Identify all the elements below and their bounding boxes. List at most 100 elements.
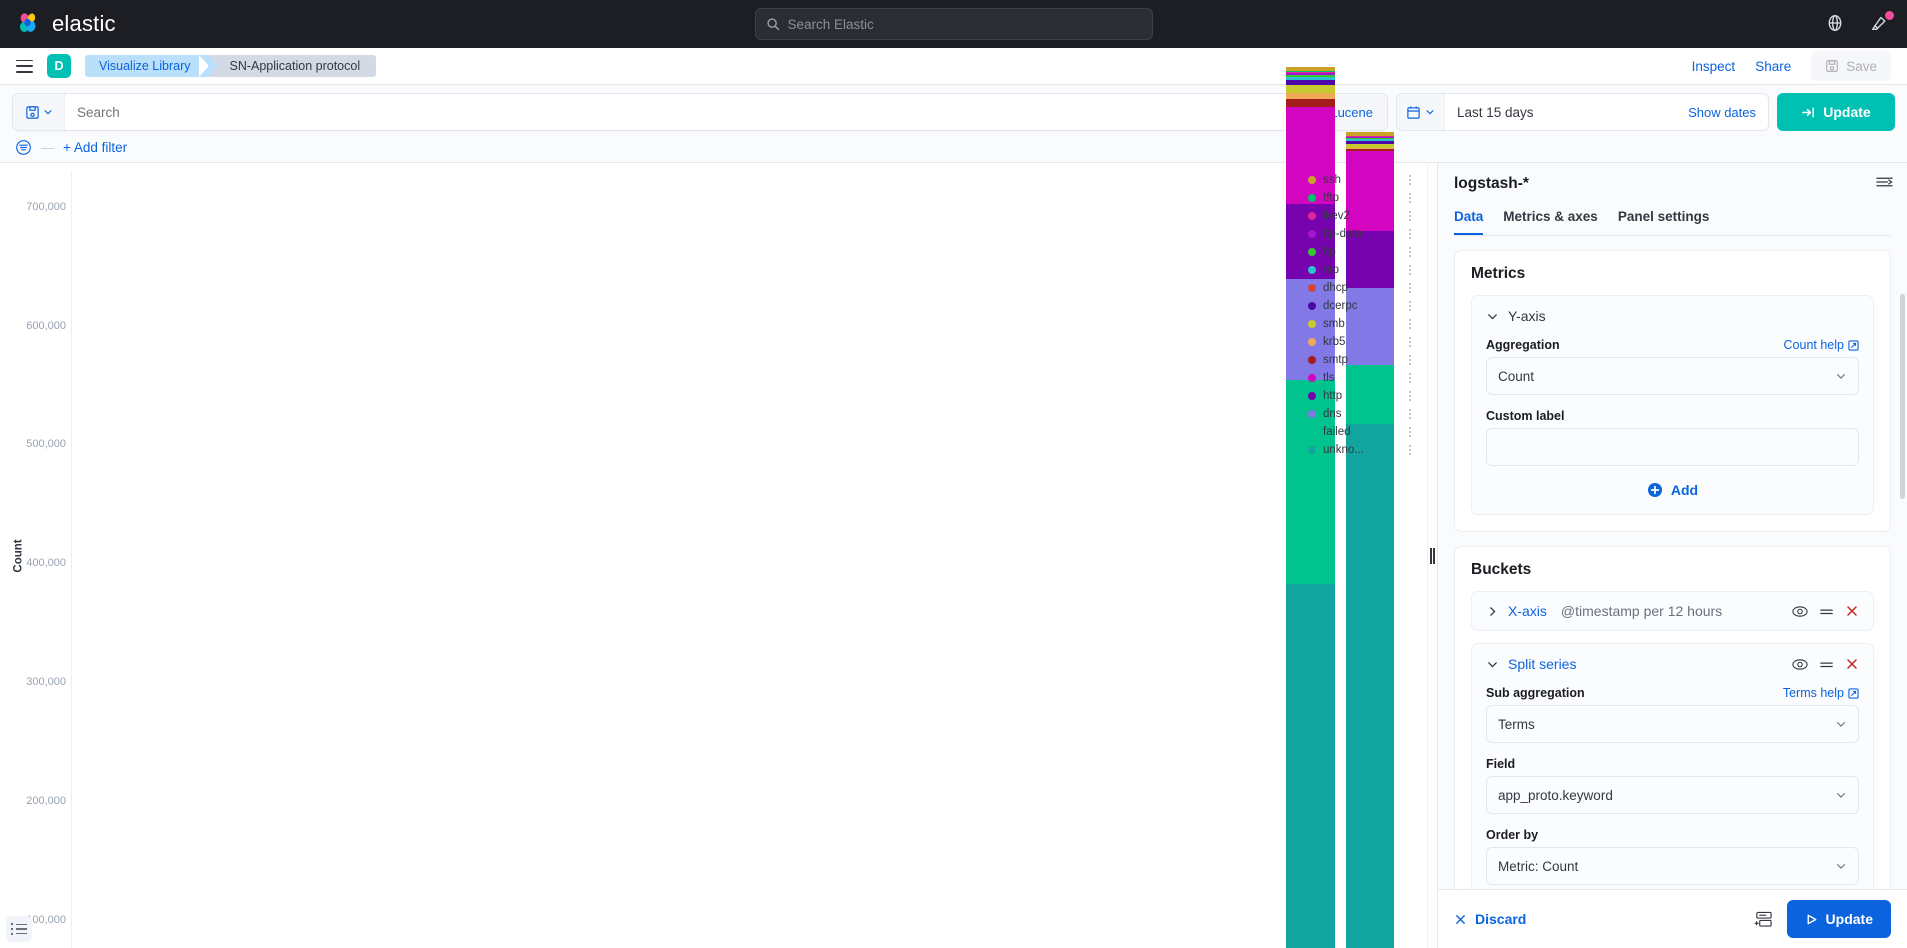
field-select[interactable]: app_proto.keyword bbox=[1486, 776, 1859, 814]
split-series-accordion-header[interactable]: Split series bbox=[1486, 656, 1859, 672]
legend-item[interactable]: unkno... bbox=[1308, 441, 1413, 459]
tab-data[interactable]: Data bbox=[1454, 205, 1483, 235]
bucket-x-axis[interactable]: X-axis @timestamp per 12 hours bbox=[1471, 591, 1874, 631]
help-icon[interactable] bbox=[1825, 13, 1847, 35]
toggle-visibility-icon[interactable] bbox=[1792, 658, 1808, 671]
sub-aggregation-select[interactable]: Terms bbox=[1486, 705, 1859, 743]
legend-item-menu-icon[interactable] bbox=[1409, 247, 1413, 257]
saved-query-button[interactable] bbox=[13, 94, 65, 130]
legend-color-swatch bbox=[1308, 428, 1316, 436]
legend-item[interactable]: tftp bbox=[1308, 189, 1413, 207]
x-axis-bucket-sub: @timestamp per 12 hours bbox=[1561, 603, 1722, 619]
legend-item[interactable]: smb bbox=[1308, 315, 1413, 333]
legend-item[interactable]: http bbox=[1308, 387, 1413, 405]
legend-item-menu-icon[interactable] bbox=[1409, 373, 1413, 383]
tab-metrics-axes[interactable]: Metrics & axes bbox=[1503, 205, 1598, 235]
breadcrumb-item-visualize-library[interactable]: Visualize Library bbox=[85, 55, 208, 77]
legend-item-menu-icon[interactable] bbox=[1409, 301, 1413, 311]
legend-item[interactable]: smtp bbox=[1308, 351, 1413, 369]
legend-item-menu-icon[interactable] bbox=[1409, 229, 1413, 239]
legend-item-menu-icon[interactable] bbox=[1409, 265, 1413, 275]
query-input[interactable] bbox=[65, 105, 1315, 120]
drag-handle-icon[interactable] bbox=[1819, 606, 1834, 617]
legend-item-menu-icon[interactable] bbox=[1409, 409, 1413, 419]
legend-item[interactable]: dns bbox=[1308, 405, 1413, 423]
toggle-autoapply-icon[interactable] bbox=[1754, 911, 1773, 928]
bar-segment[interactable] bbox=[1286, 584, 1335, 948]
legend-item-menu-icon[interactable] bbox=[1409, 355, 1413, 365]
global-search[interactable] bbox=[755, 8, 1153, 40]
space-avatar[interactable]: D bbox=[47, 54, 71, 78]
legend-item-label: dns bbox=[1323, 408, 1402, 420]
filter-icon[interactable] bbox=[15, 139, 32, 156]
aggregation-select[interactable]: Count bbox=[1486, 357, 1859, 395]
toggle-visibility-icon[interactable] bbox=[1792, 605, 1808, 618]
legend-item-menu-icon[interactable] bbox=[1409, 211, 1413, 221]
legend-item[interactable]: ftp-data bbox=[1308, 225, 1413, 243]
legend-item[interactable]: ikev2 bbox=[1308, 207, 1413, 225]
inspect-button[interactable]: Inspect bbox=[1692, 59, 1736, 74]
legend-item[interactable]: dhcp bbox=[1308, 279, 1413, 297]
share-button[interactable]: Share bbox=[1755, 59, 1791, 74]
chevron-down-icon[interactable] bbox=[1486, 658, 1499, 671]
breadcrumb-item-current[interactable]: SN-Application protocol bbox=[209, 55, 376, 77]
order-by-select[interactable]: Metric: Count bbox=[1486, 847, 1859, 885]
side-panel-scrollbar[interactable] bbox=[1900, 294, 1905, 827]
add-filter-button[interactable]: + Add filter bbox=[63, 140, 127, 155]
panel-resize-handle[interactable] bbox=[1427, 163, 1437, 948]
legend-item[interactable]: failed bbox=[1308, 423, 1413, 441]
legend-item[interactable]: ftp bbox=[1308, 243, 1413, 261]
tab-panel-settings[interactable]: Panel settings bbox=[1618, 205, 1710, 235]
discard-button[interactable]: Discard bbox=[1454, 911, 1526, 927]
query-bar: Lucene bbox=[0, 85, 1907, 163]
remove-bucket-icon[interactable] bbox=[1845, 604, 1859, 618]
stacked-bar-chart: Count 0100,000200,000300,000400,000500,0… bbox=[0, 163, 1427, 948]
aggregation-label: Aggregation bbox=[1486, 338, 1560, 352]
legend-item-menu-icon[interactable] bbox=[1409, 445, 1413, 455]
y-axis-tick-label: 200,000 bbox=[26, 795, 66, 807]
legend-item-menu-icon[interactable] bbox=[1409, 193, 1413, 203]
legend-item[interactable]: ssh bbox=[1308, 171, 1413, 189]
custom-label-input[interactable] bbox=[1486, 428, 1859, 466]
bar-segment[interactable] bbox=[1346, 424, 1395, 948]
elastic-brand[interactable]: elastic bbox=[16, 11, 116, 37]
close-icon bbox=[1454, 913, 1467, 926]
drag-handle-icon[interactable] bbox=[1819, 659, 1834, 670]
menu-toggle-icon[interactable] bbox=[16, 60, 33, 73]
terms-help-link[interactable]: Terms help bbox=[1783, 686, 1859, 700]
legend-item-menu-icon[interactable] bbox=[1409, 337, 1413, 347]
apply-changes-button[interactable]: Update bbox=[1787, 900, 1891, 938]
calendar-icon bbox=[1406, 105, 1421, 120]
bar-segment[interactable] bbox=[1286, 99, 1335, 107]
save-button[interactable]: Save bbox=[1811, 51, 1891, 81]
show-dates-button[interactable]: Show dates bbox=[1688, 105, 1768, 120]
legend-item[interactable]: krb5 bbox=[1308, 333, 1413, 351]
collapse-panel-icon[interactable] bbox=[1876, 175, 1893, 189]
bar-segment[interactable] bbox=[1286, 85, 1335, 92]
x-axis-bucket-title: X-axis bbox=[1508, 603, 1547, 619]
legend-item-menu-icon[interactable] bbox=[1409, 175, 1413, 185]
date-calendar-button[interactable] bbox=[1397, 94, 1445, 130]
editor-side-panel: logstash-* Data Metrics & axes Panel set… bbox=[1437, 163, 1907, 948]
filter-bar: — + Add filter bbox=[12, 139, 1895, 156]
y-axis-accordion-header[interactable]: Y-axis bbox=[1486, 308, 1859, 324]
legend-options-button[interactable] bbox=[6, 916, 32, 942]
legend-item[interactable]: ntp bbox=[1308, 261, 1413, 279]
legend-item[interactable]: tls bbox=[1308, 369, 1413, 387]
query-update-button[interactable]: Update bbox=[1777, 93, 1895, 131]
add-metric-button[interactable]: Add bbox=[1486, 482, 1859, 498]
save-disk-icon bbox=[1825, 59, 1839, 73]
legend-item-menu-icon[interactable] bbox=[1409, 319, 1413, 329]
search-input[interactable] bbox=[788, 17, 1142, 32]
chevron-right-icon[interactable] bbox=[1486, 605, 1499, 618]
legend-item[interactable]: dcerpc bbox=[1308, 297, 1413, 315]
date-range-value[interactable]: Last 15 days bbox=[1445, 105, 1688, 120]
legend-item-menu-icon[interactable] bbox=[1409, 391, 1413, 401]
legend-item-menu-icon[interactable] bbox=[1409, 427, 1413, 437]
notifications-icon[interactable] bbox=[1869, 13, 1891, 35]
count-help-link[interactable]: Count help bbox=[1784, 338, 1859, 352]
legend-item-menu-icon[interactable] bbox=[1409, 283, 1413, 293]
legend-color-swatch bbox=[1308, 356, 1316, 364]
side-panel-content[interactable]: Metrics Y-axis Aggregation bbox=[1438, 236, 1907, 889]
remove-bucket-icon[interactable] bbox=[1845, 657, 1859, 671]
